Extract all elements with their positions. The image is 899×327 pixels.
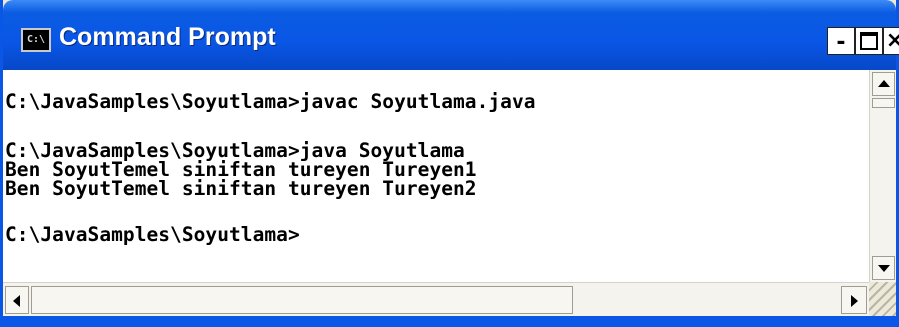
minimize-icon: -: [836, 30, 846, 55]
scroll-up-button[interactable]: [872, 72, 895, 96]
title-bar[interactable]: C:\ Command Prompt - ×: [3, 0, 899, 70]
scroll-right-icon: [851, 295, 858, 307]
vertical-scroll-thumb[interactable]: [872, 98, 895, 108]
close-button[interactable]: ×: [883, 27, 899, 55]
maximize-button[interactable]: [855, 27, 883, 55]
scroll-up-icon: [878, 80, 890, 87]
console-output[interactable]: C:\JavaSamples\Soyutlama>javac Soyutlama…: [3, 70, 869, 282]
scroll-left-button[interactable]: [5, 286, 29, 314]
scroll-down-icon: [878, 265, 890, 272]
vertical-scrollbar[interactable]: [869, 70, 896, 282]
minimize-button[interactable]: -: [827, 27, 855, 55]
horizontal-scrollbar[interactable]: [3, 282, 869, 316]
cmd-icon[interactable]: C:\: [21, 28, 51, 52]
close-icon: ×: [885, 28, 899, 53]
command-prompt-window: C:\ Command Prompt - × C:\JavaSamples\So…: [0, 0, 899, 327]
console-line: C:\JavaSamples\Soyutlama>javac Soyutlama…: [5, 90, 536, 113]
resize-grip-icon[interactable]: [869, 282, 896, 316]
maximize-icon: [860, 32, 878, 50]
scroll-right-button[interactable]: [841, 286, 867, 314]
scroll-down-button[interactable]: [872, 256, 895, 280]
scroll-left-icon: [13, 295, 20, 307]
window-title: Command Prompt: [59, 23, 276, 51]
window-bottom-border: [3, 316, 896, 327]
console-line: Ben SoyutTemel siniftan tureyen Tureyen2: [5, 177, 477, 200]
console-line: C:\JavaSamples\Soyutlama>: [5, 223, 300, 246]
horizontal-scroll-thumb[interactable]: [31, 286, 573, 314]
